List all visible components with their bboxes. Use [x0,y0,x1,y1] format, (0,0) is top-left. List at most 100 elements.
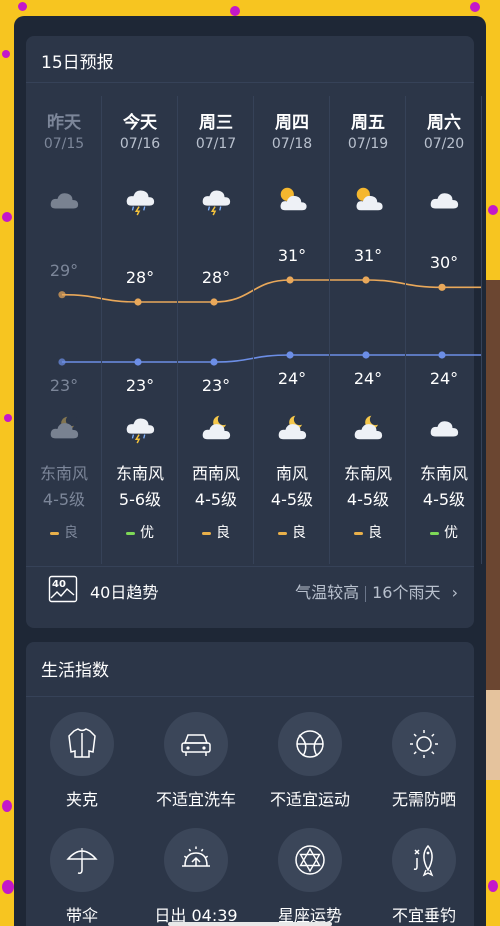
forecast-day-label: 周三 [199,113,233,133]
life-index-label: 不宜垂钓 [391,906,456,925]
life-index-label: 夹克 [65,790,98,809]
life-index-item[interactable]: 带伞 [26,828,138,926]
decor-dot [2,800,12,812]
fishing-icon [413,844,434,877]
trend-summary-temp: 气温较高 [295,583,360,602]
air-quality-label: 良 [216,525,230,541]
partly-cloudy-night-icon [354,413,383,440]
air-quality: 良 [330,522,406,542]
life-index-label: 不适宜洗车 [155,790,236,809]
life-index-item[interactable]: 无需防晒 [368,712,480,810]
forty-day-trend-label: 40日趋势 [90,583,159,602]
life-index-item[interactable]: 日出 04:39 [140,828,252,926]
decor-dot [2,50,10,58]
jacket-icon [68,728,96,758]
wind-direction: 南风 [275,464,308,483]
air-quality: 良 [178,522,254,542]
high-temp-label: 28° [201,268,231,287]
column-divider [481,96,482,564]
high-temp-label: 28° [125,268,155,287]
low-temp-label: 24° [277,369,307,388]
forecast-date: 07/20 [423,136,465,152]
partly-cloudy-night-icon [202,413,231,440]
wind-level: 4-5级 [270,490,314,509]
decor-dot [230,6,240,16]
forecast-scroll[interactable]: 昨天 07/15 29° 23° 东南风 4-5级 良 今天 07/16 28°… [26,96,482,564]
forecast-day-column[interactable]: 今天 07/16 28° 23° 东南风 5-6级 优 [102,96,178,564]
life-index-item[interactable]: 不适宜洗车 [140,712,252,810]
air-quality-label: 良 [368,525,382,541]
trend-summary: 气温较高 16个雨天 › [295,579,458,603]
life-index-label: 无需防晒 [391,790,456,809]
life-index-icon-bg [278,828,342,892]
car-icon [181,734,211,756]
life-index-icon-bg [392,712,456,776]
wind-direction: 东南风 [343,464,392,483]
life-index-item[interactable]: 不宜垂钓 [368,828,480,926]
forecast-day-column[interactable]: 周五 07/19 31° 24° 东南风 4-5级 良 [330,96,406,564]
low-temp-label: 23° [49,376,79,395]
forecast-day-column[interactable]: 昨天 07/15 29° 23° 东南风 4-5级 良 [26,96,102,564]
life-index-label: 不适宜运动 [269,790,350,809]
low-temp-label: 24° [353,369,383,388]
home-indicator[interactable] [168,922,332,926]
wind-level: 4-5级 [42,490,86,509]
life-index-item[interactable]: 不适宜运动 [254,712,366,810]
weather-panel: 15日预报 昨天 07/15 29° 23° 东南风 4-5级 良 今天 07/… [14,16,486,926]
high-temp-label: 29° [49,260,79,280]
air-quality-indicator [50,531,59,535]
decor-dot [488,880,498,892]
cloud-icon [430,421,459,437]
forecast-day-column[interactable]: 周四 07/18 31° 24° 南风 4-5级 良 [254,96,330,564]
low-temp-label: 24° [429,369,459,388]
forecast-date: 07/16 [119,136,161,152]
air-quality-label: 良 [64,525,78,541]
divider [26,696,474,697]
cloudy-night-icon [50,414,79,439]
air-quality-indicator [278,531,287,535]
forecast-day-column[interactable]: 周六 07/20 30° 24° 东南风 4-5级 优 [406,96,482,564]
high-temp-label: 30° [429,253,459,273]
air-quality-label: 良 [292,525,306,541]
wind-level: 4-5级 [422,490,466,509]
star-of-david-icon [295,845,325,875]
life-index-card: 生活指数 夹克 不适宜洗车 不适宜运动 无需防晒 带伞 日出 04:39 星座运… [26,642,474,926]
partly-cloudy-day-icon [356,187,383,211]
wind-level: 5-6级 [118,490,162,509]
forecast-card: 15日预报 昨天 07/15 29° 23° 东南风 4-5级 良 今天 07/… [26,36,482,628]
forecast-day-label: 周四 [275,113,309,133]
forecast-date: 07/17 [195,136,237,152]
decor-dot [2,880,14,894]
air-quality-label: 优 [444,525,458,541]
divider [26,82,474,83]
forty-day-trend-row[interactable]: 40 40日趋势 气温较高 16个雨天 › [26,567,474,612]
high-temp-label: 31° [277,246,307,265]
air-quality-indicator [202,531,211,535]
life-index-label: 带伞 [65,906,98,925]
cloudy-icon [50,193,79,209]
life-index-icon-bg [392,828,456,892]
forecast-day-label: 周六 [427,113,461,133]
life-index-item[interactable]: 星座运势 [254,828,366,926]
forecast-day-label: 今天 [123,113,157,133]
air-quality: 良 [26,522,102,542]
life-index-item[interactable]: 夹克 [26,712,138,810]
air-quality-indicator [354,531,363,535]
forty-day-chart-icon: 40 [48,575,78,603]
decor-dot [18,2,27,11]
wind-level: 4-5级 [194,490,238,509]
umbrella-icon [66,848,98,874]
partly-cloudy-day-icon [280,187,307,211]
forecast-date: 07/18 [271,136,313,152]
forecast-day-column[interactable]: 周三 07/17 28° 23° 西南风 4-5级 良 [178,96,254,564]
life-index-icon-bg [164,712,228,776]
decor-dot [470,2,480,12]
air-quality: 优 [102,522,178,542]
low-temp-label: 23° [125,376,155,395]
forecast-title: 15日预报 [41,53,114,73]
separator [365,585,367,602]
wind-direction: 东南风 [419,464,468,483]
decor-dot [2,212,12,222]
air-quality: 优 [406,522,482,542]
life-index-icon-bg [278,712,342,776]
